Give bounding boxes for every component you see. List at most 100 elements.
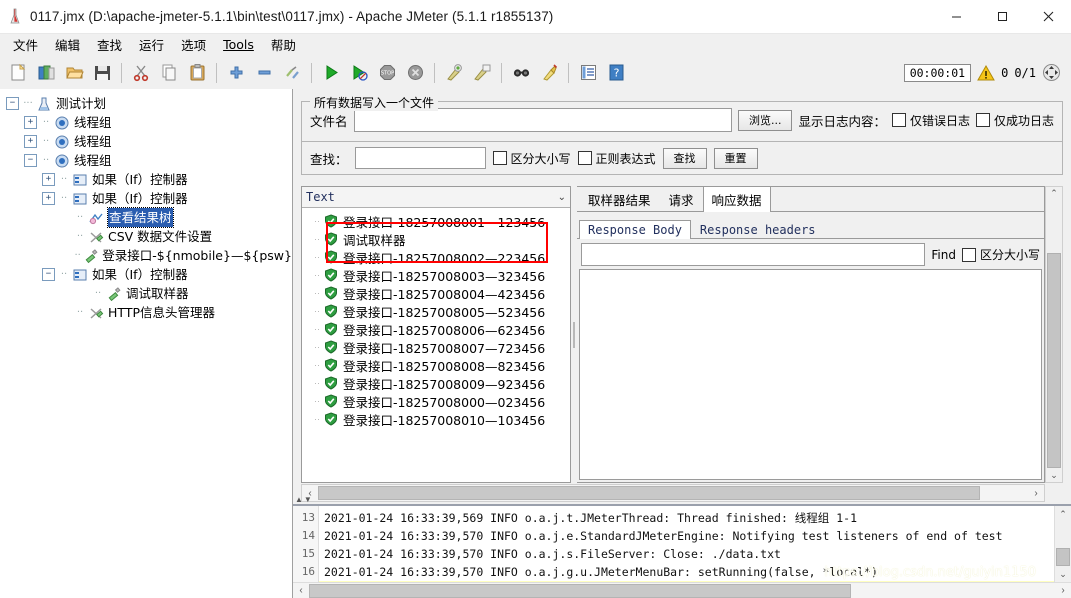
log-horizontal-scrollbar[interactable]: ‹ › <box>293 582 1071 598</box>
tree-node-test-plan[interactable]: − ··· 测试计划 <box>4 94 292 113</box>
menu-options[interactable]: 选项 <box>173 33 214 56</box>
help-icon[interactable]: ? <box>602 58 630 87</box>
tree-node-thread-group-2[interactable]: + ·· 线程组 <box>4 132 292 151</box>
expand-handle[interactable]: + <box>24 135 37 148</box>
list-item[interactable]: ·· 登录接口-18257008009—923456 <box>302 374 570 392</box>
expand-handle[interactable]: + <box>42 192 55 205</box>
scroll-right-icon[interactable]: › <box>1028 486 1044 500</box>
regex-checkbox[interactable]: 正则表达式 <box>577 150 656 167</box>
scrollbar-thumb[interactable] <box>318 486 980 500</box>
checkbox-box[interactable] <box>492 151 507 165</box>
view-selector-combo[interactable]: Text ⌄ <box>302 187 570 208</box>
expand-handle[interactable]: + <box>42 173 55 186</box>
find-label[interactable]: Find <box>931 248 956 262</box>
response-case-checkbox[interactable]: 区分大小写 <box>961 246 1040 263</box>
copy-icon[interactable] <box>155 58 183 87</box>
expand-all-icon[interactable] <box>222 58 250 87</box>
scroll-up-icon[interactable]: ⌃ <box>1055 506 1071 522</box>
menu-search[interactable]: 查找 <box>89 33 130 56</box>
shutdown-icon[interactable] <box>401 58 429 87</box>
warning-icon[interactable] <box>977 64 995 81</box>
case-sensitive-checkbox[interactable]: 区分大小写 <box>492 150 571 167</box>
results-list[interactable]: ·· 登录接口-18257008001—123456 ·· 调试取样器 ·· 登… <box>302 208 570 482</box>
collapse-all-icon[interactable] <box>250 58 278 87</box>
collapse-handle[interactable]: − <box>6 97 19 110</box>
list-item[interactable]: ·· 登录接口-18257008002—223456 <box>302 248 570 266</box>
menu-file[interactable]: 文件 <box>5 33 46 56</box>
maximize-button[interactable] <box>979 0 1025 33</box>
cut-icon[interactable] <box>127 58 155 87</box>
start-icon[interactable] <box>317 58 345 87</box>
checkbox-box[interactable] <box>961 247 976 262</box>
tab-sampler-result[interactable]: 取样器结果 <box>579 186 660 212</box>
expand-arrows-icon[interactable] <box>1042 63 1061 82</box>
menu-run[interactable]: 运行 <box>131 33 172 56</box>
list-item[interactable]: ·· 调试取样器 <box>302 230 570 248</box>
list-item[interactable]: ·· 登录接口-18257008006—623456 <box>302 320 570 338</box>
save-icon[interactable] <box>88 58 116 87</box>
find-button[interactable]: 查找 <box>662 147 707 169</box>
list-item[interactable]: ·· 登录接口-18257008010—103456 <box>302 410 570 428</box>
tree-node-if-controller-3[interactable]: − ·· 如果（If）控制器 <box>4 265 292 284</box>
templates-icon[interactable] <box>32 58 60 87</box>
browse-button[interactable]: 浏览... <box>737 109 793 131</box>
minimize-button[interactable] <box>933 0 979 33</box>
collapse-handle[interactable]: − <box>24 154 37 167</box>
chevron-down-icon[interactable]: ⌄ <box>558 192 566 203</box>
scroll-right-icon[interactable]: › <box>1055 584 1071 598</box>
scroll-down-icon[interactable]: ⌄ <box>1055 566 1071 582</box>
subtab-response-headers[interactable]: Response headers <box>691 220 825 239</box>
checkbox-box[interactable] <box>577 151 592 165</box>
checkbox-box[interactable] <box>891 113 906 127</box>
log-splitter-handle[interactable]: ▲▼ <box>295 495 313 504</box>
list-item[interactable]: ·· 登录接口-18257008001—123456 <box>302 212 570 230</box>
list-item[interactable]: ·· 登录接口-18257008005—523456 <box>302 302 570 320</box>
open-icon[interactable] <box>60 58 88 87</box>
tree-node-thread-group-1[interactable]: + ·· 线程组 <box>4 113 292 132</box>
only-success-checkbox[interactable]: 仅成功日志 <box>975 112 1054 129</box>
scrollbar-thumb[interactable] <box>1056 548 1070 566</box>
reset-search-icon[interactable] <box>535 58 563 87</box>
stop-icon[interactable]: STOP <box>373 58 401 87</box>
tree-node-csv-config[interactable]: ·· CSV 数据文件设置 <box>4 227 292 246</box>
checkbox-box[interactable] <box>975 113 990 127</box>
response-find-input[interactable] <box>581 243 926 266</box>
tree-node-view-results-tree[interactable]: ·· 查看结果树 <box>4 207 292 228</box>
paste-icon[interactable] <box>183 58 211 87</box>
reset-button[interactable]: 重置 <box>713 147 758 169</box>
scroll-up-icon[interactable]: ⌃ <box>1046 187 1062 201</box>
tree-node-header-manager[interactable]: ·· HTTP信息头管理器 <box>4 303 292 322</box>
tab-response-data[interactable]: 响应数据 <box>702 186 771 212</box>
clear-all-icon[interactable] <box>468 58 496 87</box>
search-icon[interactable] <box>507 58 535 87</box>
list-item[interactable]: ·· 登录接口-18257008003—323456 <box>302 266 570 284</box>
filename-input[interactable] <box>353 108 732 132</box>
list-item[interactable]: ·· 登录接口-18257008008—823456 <box>302 356 570 374</box>
log-lines[interactable]: 2021-01-24 16:33:39,569 INFO o.a.j.t.JMe… <box>319 506 1054 582</box>
start-no-timers-icon[interactable] <box>345 58 373 87</box>
list-item[interactable]: ·· 登录接口-18257008000—023456 <box>302 392 570 410</box>
clear-icon[interactable] <box>440 58 468 87</box>
scroll-left-icon[interactable]: ‹ <box>293 584 309 598</box>
menu-edit[interactable]: 编辑 <box>47 33 88 56</box>
tab-request[interactable]: 请求 <box>660 186 703 212</box>
log-vertical-scrollbar[interactable]: ⌃ ⌄ <box>1054 506 1071 582</box>
subtab-response-body[interactable]: Response Body <box>579 220 691 239</box>
right-panel-vertical-scrollbar[interactable]: ⌃ ⌄ <box>1045 186 1063 483</box>
list-item[interactable]: ·· 登录接口-18257008007—723456 <box>302 338 570 356</box>
menu-help[interactable]: 帮助 <box>263 33 304 56</box>
tree-node-login-sampler[interactable]: ·· 登录接口-${nmobile}—${psw} <box>4 246 292 265</box>
search-input[interactable] <box>354 147 486 169</box>
tree-node-if-controller-1[interactable]: + ·· 如果（If）控制器 <box>4 170 292 189</box>
collapse-handle[interactable]: − <box>42 268 55 281</box>
menu-tools[interactable]: Tools <box>215 35 262 54</box>
scroll-down-icon[interactable]: ⌄ <box>1046 468 1062 482</box>
function-helper-icon[interactable] <box>574 58 602 87</box>
tree-node-thread-group-3[interactable]: − ·· 线程组 <box>4 151 292 170</box>
only-errors-checkbox[interactable]: 仅错误日志 <box>891 112 970 129</box>
scrollbar-thumb[interactable] <box>309 583 851 598</box>
tree-node-debug-sampler[interactable]: ·· 调试取样器 <box>4 284 292 303</box>
new-icon[interactable] <box>4 58 32 87</box>
close-button[interactable] <box>1025 0 1071 33</box>
right-panel-horizontal-scrollbar[interactable]: ‹ › <box>301 484 1045 502</box>
